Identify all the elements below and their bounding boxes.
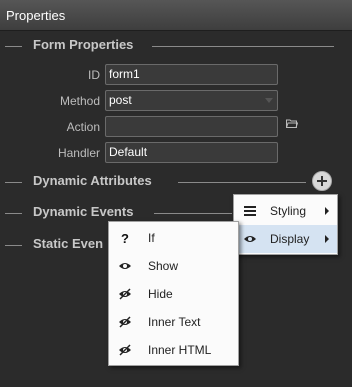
submenu-item-inner-text[interactable]: Inner Text bbox=[109, 308, 238, 336]
divider bbox=[5, 46, 22, 47]
eye-slash-icon bbox=[109, 336, 141, 364]
section-dynamic-attributes: Dynamic Attributes bbox=[0, 173, 352, 191]
display-submenu: ? If Show Hide Inner Text Inner HTML bbox=[108, 221, 239, 366]
id-row: ID form1 bbox=[0, 64, 352, 86]
menu-item-label: Inner HTML bbox=[148, 343, 212, 357]
handler-label: Handler bbox=[57, 146, 100, 160]
id-field[interactable]: form1 bbox=[105, 64, 278, 85]
submenu-item-inner-html[interactable]: Inner HTML bbox=[109, 336, 238, 364]
eye-slash-icon bbox=[109, 308, 141, 336]
divider bbox=[5, 213, 22, 214]
handler-value: Default bbox=[109, 145, 148, 159]
section-title: Dynamic Events bbox=[33, 204, 134, 219]
folder-icon[interactable] bbox=[286, 119, 298, 128]
handler-field[interactable]: Default bbox=[105, 142, 278, 163]
method-label: Method bbox=[59, 94, 100, 108]
eye-slash-icon bbox=[109, 280, 141, 308]
menu-item-label: Show bbox=[148, 259, 179, 273]
menu-item-label: Inner Text bbox=[148, 315, 201, 329]
menu-item-label: Display bbox=[270, 232, 310, 246]
question-icon: ? bbox=[121, 230, 129, 246]
panel-title: Properties bbox=[6, 8, 66, 23]
section-title: Static Even bbox=[33, 236, 104, 251]
divider bbox=[178, 182, 306, 183]
section-form-properties: Form Properties bbox=[0, 37, 352, 55]
menu-item-label: If bbox=[148, 231, 155, 245]
divider bbox=[154, 213, 232, 214]
chevron-right-icon bbox=[325, 235, 329, 243]
chevron-right-icon bbox=[325, 207, 329, 215]
title-bar: Properties bbox=[0, 0, 352, 31]
context-menu: Styling Display bbox=[233, 194, 338, 255]
handler-row: Handler Default bbox=[0, 142, 352, 164]
id-value: form1 bbox=[109, 67, 140, 81]
properties-panel: Properties Form Properties ID form1 Meth… bbox=[0, 0, 352, 387]
divider bbox=[5, 245, 22, 246]
action-field[interactable] bbox=[105, 116, 278, 137]
menu-item-label: Hide bbox=[148, 287, 173, 301]
method-row: Method post bbox=[0, 90, 352, 112]
divider bbox=[5, 182, 22, 183]
menu-item-styling[interactable]: Styling bbox=[234, 197, 337, 225]
submenu-item-show[interactable]: Show bbox=[109, 252, 238, 280]
id-label: ID bbox=[88, 68, 100, 82]
divider bbox=[152, 46, 334, 47]
method-select[interactable]: post bbox=[105, 90, 278, 111]
chevron-down-icon bbox=[265, 98, 273, 103]
menu-item-label: Styling bbox=[270, 204, 307, 218]
menu-item-display[interactable]: Display bbox=[234, 225, 337, 253]
add-icon[interactable] bbox=[312, 171, 332, 191]
section-title: Dynamic Attributes bbox=[33, 173, 152, 188]
eye-icon bbox=[109, 252, 141, 280]
submenu-item-hide[interactable]: Hide bbox=[109, 280, 238, 308]
section-title: Form Properties bbox=[33, 37, 134, 52]
action-row: Action bbox=[0, 116, 352, 138]
submenu-item-if[interactable]: ? If bbox=[109, 224, 238, 252]
method-value: post bbox=[109, 93, 132, 107]
action-label: Action bbox=[66, 120, 100, 134]
